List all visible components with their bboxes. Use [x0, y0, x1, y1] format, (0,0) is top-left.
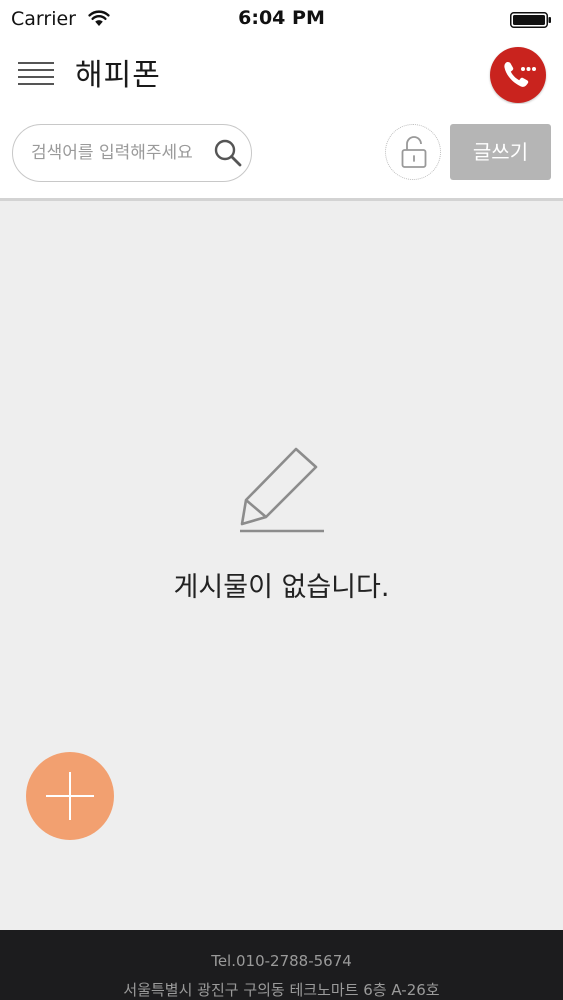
- empty-state-message: 게시물이 없습니다.: [173, 572, 390, 603]
- toolbar: 글쓰기: [0, 104, 563, 198]
- search-box: [12, 124, 252, 182]
- search-icon[interactable]: [213, 138, 243, 168]
- call-button[interactable]: [490, 47, 546, 103]
- status-bar: Carrier 6:04 PM: [0, 0, 563, 40]
- battery-icon: [510, 12, 551, 28]
- app-header: 해피폰: [0, 40, 563, 104]
- footer-address: 서울특별시 광진구 구의동 테크노마트 6층 A-26호: [123, 981, 440, 999]
- page-title: 해피폰: [75, 58, 161, 93]
- plus-icon: [46, 772, 94, 820]
- write-post-button[interactable]: 글쓰기: [450, 124, 551, 180]
- search-input[interactable]: [31, 125, 209, 180]
- pencil-icon: [240, 447, 324, 533]
- clock: 6:04 PM: [238, 7, 325, 29]
- footer: Tel.010-2788-5674 서울특별시 광진구 구의동 테크노마트 6층…: [0, 930, 563, 1000]
- phone-call-icon: [504, 61, 536, 87]
- add-post-fab[interactable]: [26, 752, 114, 840]
- unlocked-padlock-icon: [401, 136, 427, 168]
- footer-phone[interactable]: Tel.010-2788-5674: [0, 952, 563, 970]
- lock-toggle-button[interactable]: [385, 124, 441, 180]
- hamburger-menu-icon[interactable]: [18, 60, 54, 88]
- post-list-area: 게시물이 없습니다.: [0, 201, 563, 930]
